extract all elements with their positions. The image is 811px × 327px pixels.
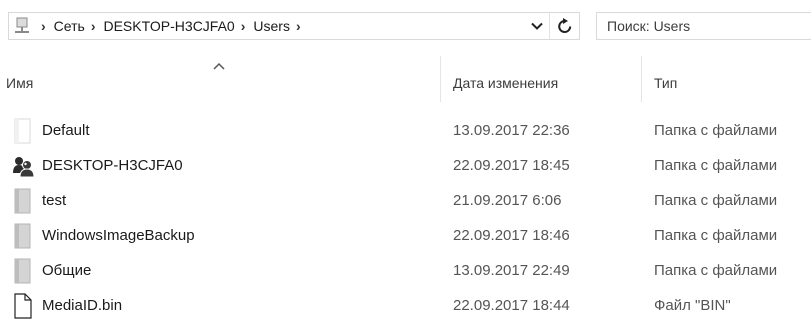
breadcrumb-separator-icon[interactable]: › <box>41 18 46 34</box>
file-list: Default 13.09.2017 22:36 Папка с файлами… <box>0 115 811 325</box>
file-row-desktop[interactable]: DESKTOP-H3CJFA0 22.09.2017 18:45 Папка с… <box>0 150 811 185</box>
file-icon <box>12 293 34 319</box>
file-name: Default <box>42 122 90 139</box>
file-type: Папка с файлами <box>654 157 778 174</box>
column-type-header[interactable]: Тип <box>654 75 677 91</box>
search-input[interactable]: Поиск: Users <box>596 12 811 40</box>
folder-icon <box>12 258 34 284</box>
network-computer-icon[interactable] <box>9 13 35 39</box>
refresh-icon[interactable] <box>549 13 579 39</box>
breadcrumb-separator-icon[interactable]: › <box>241 18 246 34</box>
file-row-test[interactable]: test 21.09.2017 6:06 Папка с файлами <box>0 185 811 220</box>
file-name: WindowsImageBackup <box>42 227 195 244</box>
file-row-windowsimagebackup[interactable]: WindowsImageBackup 22.09.2017 18:46 Папк… <box>0 220 811 255</box>
sort-ascending-icon[interactable] <box>212 58 226 70</box>
file-date: 13.09.2017 22:49 <box>453 262 570 279</box>
file-name: MediaID.bin <box>42 297 123 314</box>
file-type: Файл "BIN" <box>654 297 731 314</box>
file-type: Папка с файлами <box>654 192 778 209</box>
folder-icon <box>12 223 34 249</box>
users-folder-icon <box>12 153 35 179</box>
file-date: 21.09.2017 6:06 <box>453 192 562 209</box>
column-divider[interactable] <box>440 56 441 102</box>
file-name: test <box>42 192 67 209</box>
navigation-bar: › Сеть › DESKTOP-H3CJFA0 › Users › Поиск… <box>0 0 811 50</box>
breadcrumb-users[interactable]: Users <box>253 18 290 34</box>
chevron-down-icon[interactable] <box>525 13 549 39</box>
breadcrumb-computer[interactable]: DESKTOP-H3CJFA0 <box>103 18 234 34</box>
file-type: Папка с файлами <box>654 122 778 139</box>
file-date: 13.09.2017 22:36 <box>453 122 570 139</box>
file-row-default[interactable]: Default 13.09.2017 22:36 Папка с файлами <box>0 115 811 150</box>
file-name: Общие <box>42 262 92 279</box>
file-date: 22.09.2017 18:46 <box>453 227 570 244</box>
file-type: Папка с файлами <box>654 227 778 244</box>
folder-icon <box>12 188 34 214</box>
breadcrumb-separator-icon[interactable]: › <box>296 18 301 34</box>
file-date: 22.09.2017 18:44 <box>453 297 570 314</box>
column-name-header[interactable]: Имя <box>6 75 33 91</box>
address-bar[interactable]: › Сеть › DESKTOP-H3CJFA0 › Users › <box>8 12 580 40</box>
file-type: Папка с файлами <box>654 262 778 279</box>
breadcrumb-separator-icon[interactable]: › <box>91 18 96 34</box>
file-row-mediaid[interactable]: MediaID.bin 22.09.2017 18:44 Файл "BIN" <box>0 290 811 325</box>
file-name: DESKTOP-H3CJFA0 <box>42 157 183 174</box>
column-header: Имя Дата изменения Тип <box>0 52 811 102</box>
column-date-header[interactable]: Дата изменения <box>453 75 558 91</box>
file-row-obshchie[interactable]: Общие 13.09.2017 22:49 Папка с файлами <box>0 255 811 290</box>
folder-hidden-icon <box>12 118 34 144</box>
column-divider[interactable] <box>641 56 642 102</box>
file-date: 22.09.2017 18:45 <box>453 157 570 174</box>
breadcrumb-network[interactable]: Сеть <box>54 18 85 34</box>
